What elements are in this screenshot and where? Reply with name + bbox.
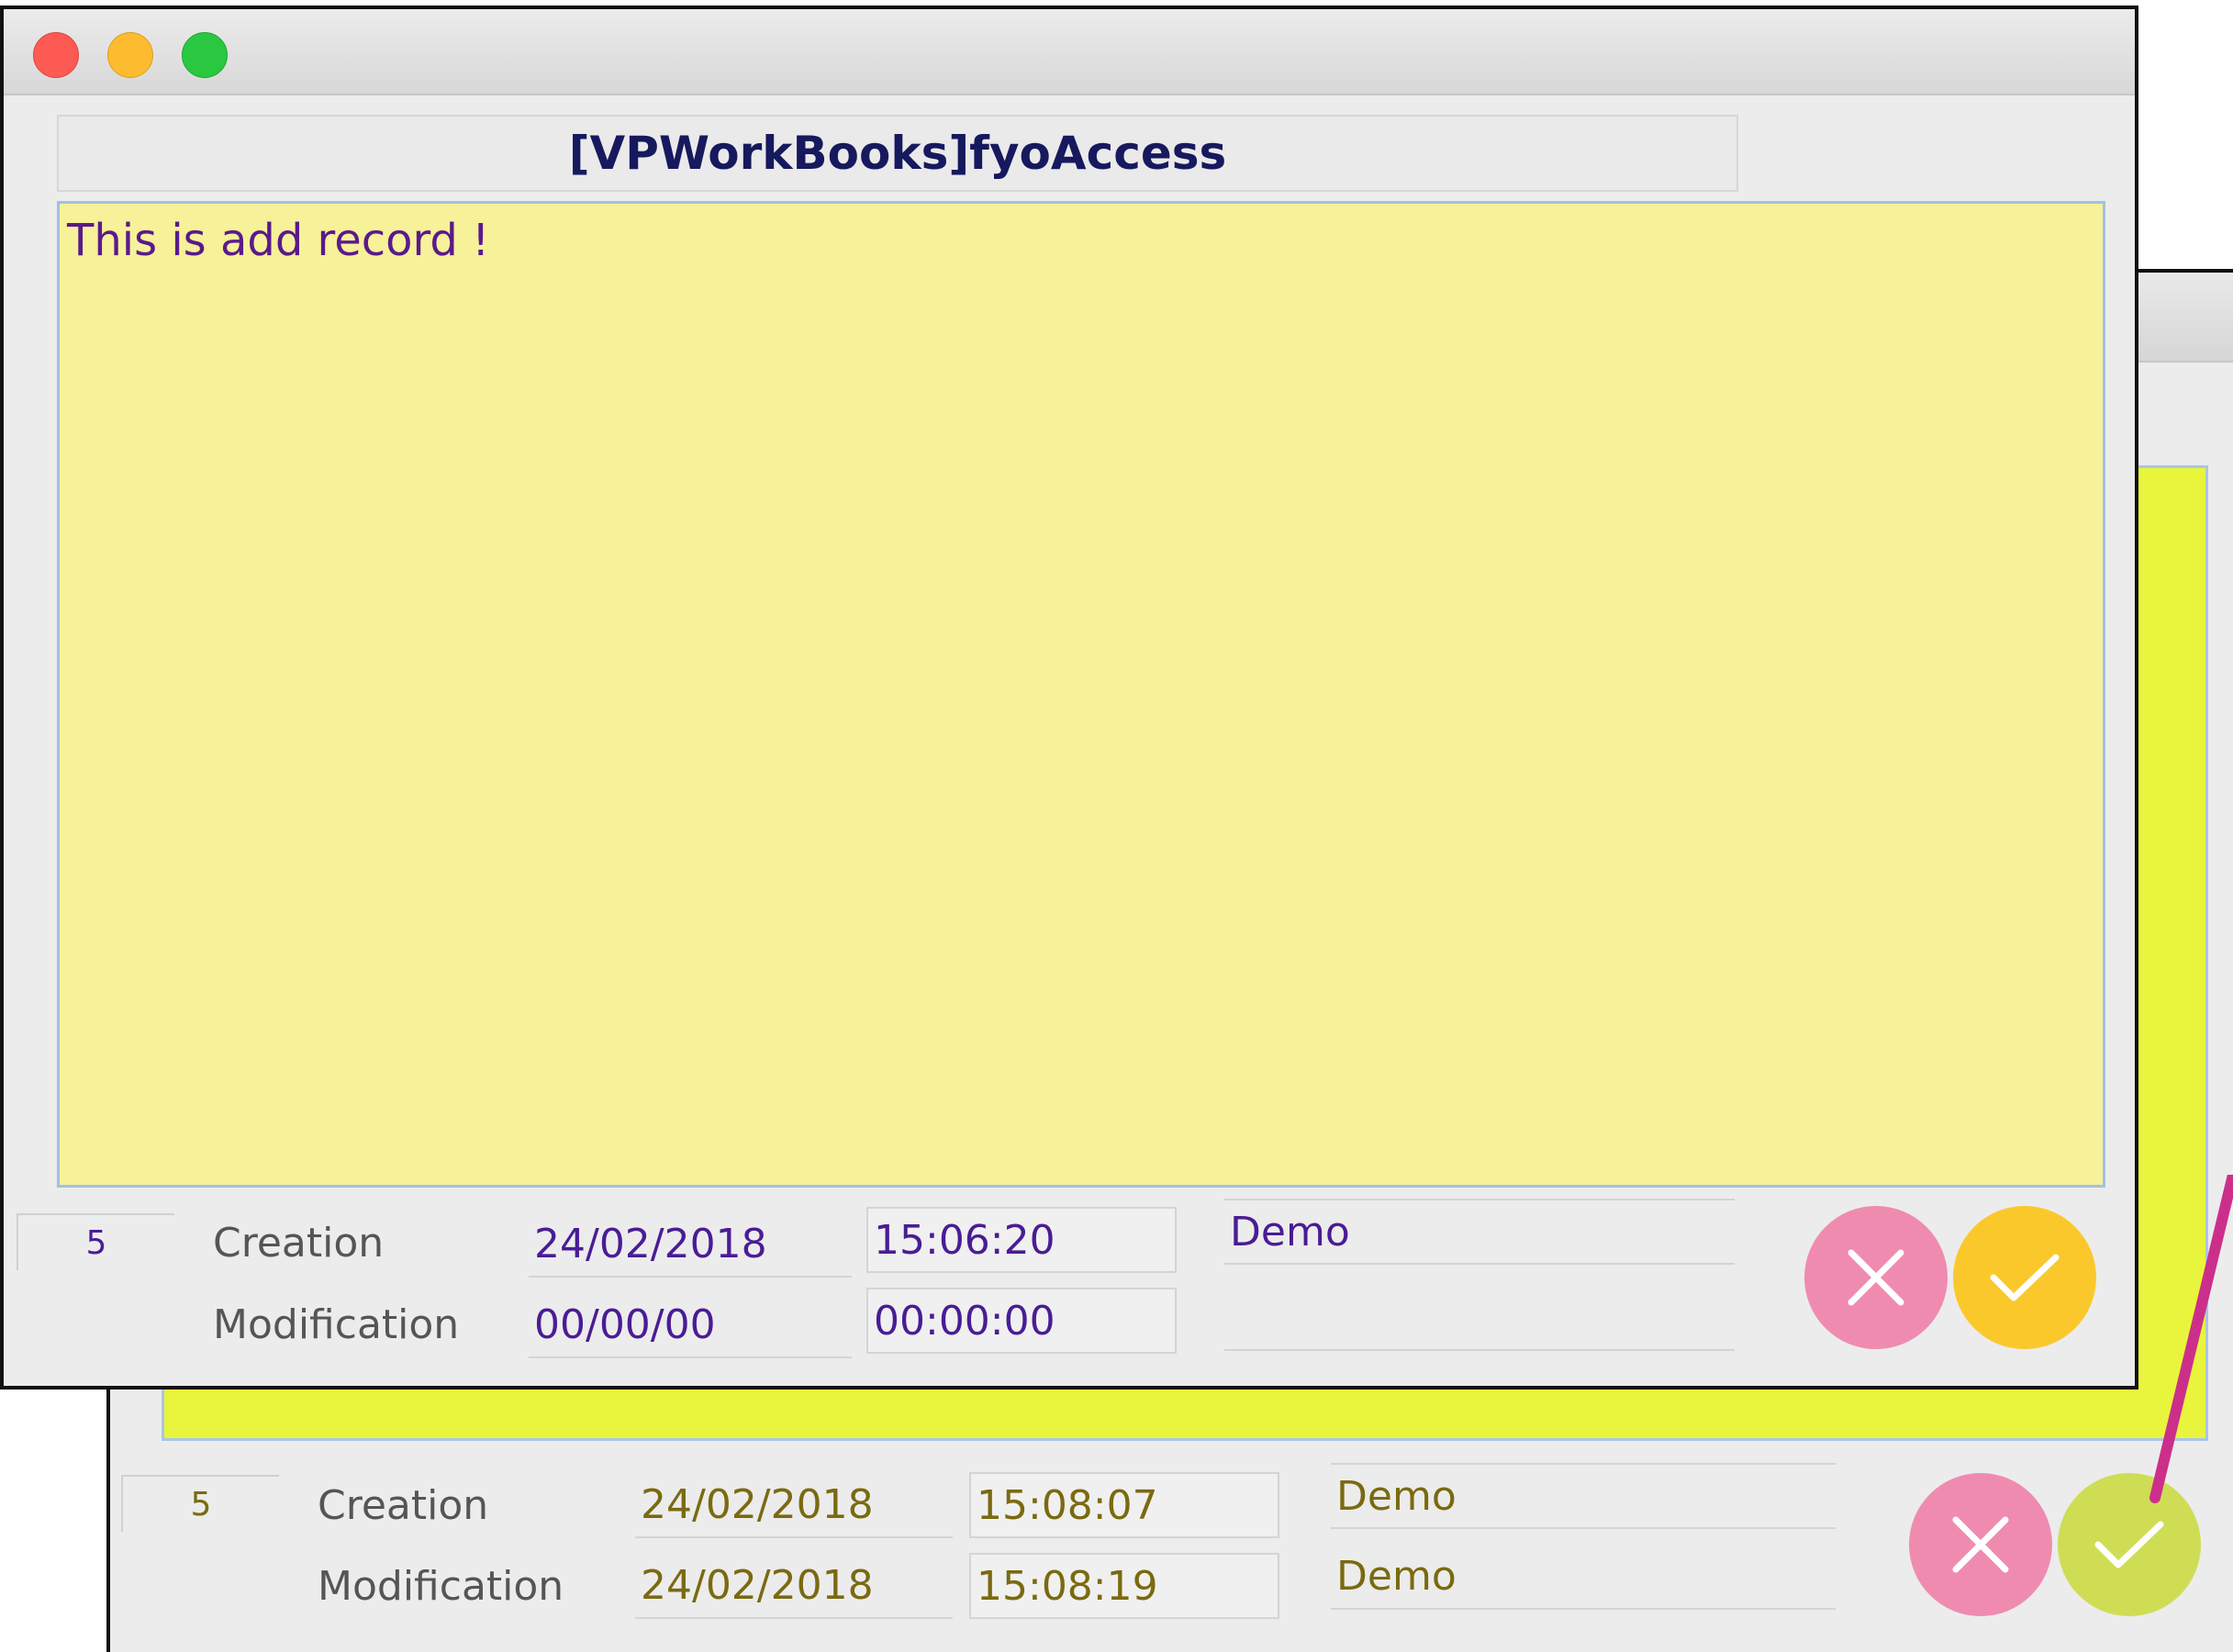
window-maximize-button[interactable] <box>182 32 228 78</box>
background-creation-date: 24/02/2018 <box>635 1472 953 1538</box>
background-modification-date: 24/02/2018 <box>635 1553 953 1619</box>
creation-label: Creation <box>213 1220 385 1267</box>
creation-time: 15:06:20 <box>866 1207 1177 1273</box>
window-close-button[interactable] <box>33 32 79 78</box>
modification-user <box>1224 1285 1735 1351</box>
creation-user: Demo <box>1224 1199 1735 1265</box>
form-title: [VPWorkBooks]fyoAccess <box>57 115 1738 192</box>
checkmark-icon <box>1990 1254 2060 1301</box>
annotation-arrow <box>2149 1175 2233 1503</box>
background-creation-time: 15:08:07 <box>969 1472 1279 1538</box>
foreground-window: [VPWorkBooks]fyoAccess 5 Creation Modifi… <box>0 6 2138 1390</box>
record-id: 5 <box>17 1213 174 1270</box>
checkmark-icon <box>2094 1521 2164 1568</box>
cancel-button[interactable] <box>1804 1206 1948 1349</box>
modification-time: 00:00:00 <box>866 1288 1177 1354</box>
modification-label: Modification <box>213 1301 460 1348</box>
background-record-id: 5 <box>121 1475 279 1532</box>
background-cancel-button[interactable] <box>1909 1473 2052 1616</box>
background-creation-user: Demo <box>1331 1463 1836 1529</box>
note-text-area[interactable] <box>57 201 2105 1188</box>
close-x-icon <box>1848 1249 1904 1306</box>
window-titlebar[interactable] <box>4 9 2135 95</box>
close-x-icon <box>1952 1516 2009 1573</box>
modification-date: 00/00/00 <box>529 1292 852 1358</box>
background-modification-label: Modification <box>318 1563 564 1610</box>
window-minimize-button[interactable] <box>107 32 153 78</box>
background-modification-time: 15:08:19 <box>969 1553 1279 1619</box>
background-modification-user: Demo <box>1331 1544 1836 1610</box>
creation-date: 24/02/2018 <box>529 1211 852 1278</box>
validate-button[interactable] <box>1953 1206 2096 1349</box>
background-creation-label: Creation <box>318 1482 489 1529</box>
